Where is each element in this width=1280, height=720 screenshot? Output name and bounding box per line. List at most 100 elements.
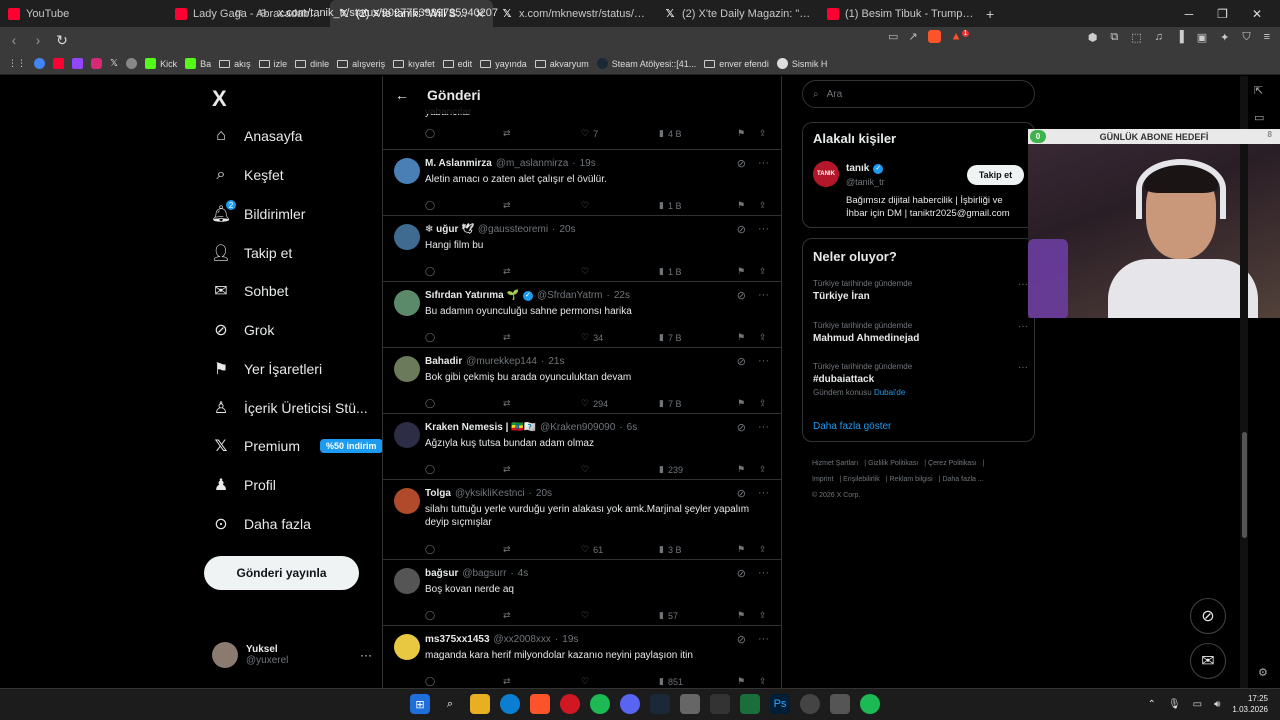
forward-icon[interactable]: › [28,32,48,48]
trend-item[interactable]: Türkiye tarihinde gündemde Mahmud Ahmedi… [813,321,1028,344]
views-button[interactable]: ▮ 57 [659,610,678,621]
network-icon[interactable]: ▭ [1193,699,1202,710]
pin-icon[interactable]: ⇱ [1254,84,1264,97]
show-more-link[interactable]: Daha fazla göster [813,421,891,432]
bookmark-icon[interactable]: ⚑ [737,332,745,343]
user-name[interactable]: ❄ uğur 🕊 [425,224,474,235]
bookmark-twitch[interactable] [72,58,83,69]
avatar[interactable] [394,290,420,316]
music-icon[interactable]: ♫ [1155,31,1163,44]
obs-icon[interactable] [710,694,730,714]
grok-icon[interactable]: ⊘ [737,157,746,170]
nav-home[interactable]: ⌂ Anasayfa [212,124,302,148]
bookmark-page-icon[interactable]: ⌑ [236,7,242,20]
back-icon[interactable]: ‹ [4,32,24,48]
views-button[interactable]: ▮ 239 [659,464,683,475]
bookmark-steam[interactable]: Steam Atölyesi::[41... [596,58,696,69]
bookmark-yayinda[interactable]: yayında [480,59,527,69]
user-name[interactable]: Bahadir [425,356,462,367]
clock[interactable]: 17:25 1.03.2026 [1232,693,1268,715]
calculator-icon[interactable] [680,694,700,714]
user-name[interactable]: M. Aslanmirza [425,158,492,169]
share-icon[interactable]: ⇪ [759,676,767,687]
tweet-time[interactable]: 20s [559,224,575,235]
user-handle[interactable]: @Kraken909090 [540,422,615,433]
reply-tweet[interactable]: M. Aslanmirza @m_aslanmirza · 19s ⊘ ··· Aletin… [383,150,781,216]
like-button[interactable]: ♡ [581,610,593,621]
bookmark-ba[interactable]: Ba [185,58,211,69]
more-dots-icon[interactable]: ··· [758,223,769,236]
new-tab-button[interactable]: + [986,6,994,22]
x-logo-icon[interactable]: X [212,86,227,112]
search-input[interactable]: ⌕ Ara [802,80,1035,108]
bookmark-icon[interactable]: ⚑ [737,128,745,139]
share-icon[interactable]: ⇪ [759,544,767,555]
back-arrow-icon[interactable]: ← [395,87,409,103]
grok-icon[interactable]: ⊘ [737,633,746,646]
like-button[interactable]: ♡ [581,676,593,687]
share-icon[interactable]: ⇪ [759,128,767,139]
extensions-icon[interactable]: ⧉ [1110,31,1118,44]
grok-fab[interactable]: ⊘ [1190,598,1226,634]
like-button[interactable]: ♡ [581,200,593,211]
retweet-icon[interactable]: ⇄ [503,128,511,139]
trend-item[interactable]: Türkiye tarihinde gündemde Türkiye İran … [813,279,1028,302]
footer-link[interactable]: Reklam bilgisi [890,476,933,483]
retweet-icon[interactable]: ⇄ [503,610,511,621]
steam-icon[interactable] [650,694,670,714]
nav-explore[interactable]: ⌕ Keşfet [212,163,284,187]
bookmark-enver[interactable]: enver efendi [704,59,769,69]
user-handle[interactable]: @murekkep144 [466,356,537,367]
user-handle[interactable]: @m_aslanmirza [496,158,568,169]
tweet-time[interactable]: 4s [518,568,529,579]
bookmark-github[interactable] [126,58,138,69]
vpn-shield-icon[interactable]: ⛉ [1242,31,1250,44]
tweet-time[interactable]: 21s [548,356,564,367]
start-icon[interactable]: ⊞ [410,694,430,714]
grok-icon[interactable]: ⊘ [737,223,746,236]
spotify-icon[interactable] [590,694,610,714]
opera-icon[interactable] [560,694,580,714]
bookmark-akvaryum[interactable]: akvaryum [534,59,589,69]
tweet-time[interactable]: 22s [614,290,630,301]
screenshot-icon[interactable]: ⬚ [1131,31,1141,44]
vpn-icon[interactable]: ⬢ [1088,31,1098,44]
account-switcher[interactable]: Yuksel @yuxerel ··· [212,642,372,668]
bookmark-instagram[interactable] [91,58,102,69]
like-button[interactable]: ♡ 294 [581,398,608,409]
reply-icon[interactable]: ◯ [425,676,435,687]
nav-creator-studio[interactable]: ♙ İçerik Üreticisi Stü... [212,396,368,420]
avatar[interactable] [394,224,420,250]
more-dots-icon[interactable]: ··· [758,567,769,580]
retweet-icon[interactable]: ⇄ [503,676,511,687]
tweet-time[interactable]: 19s [562,634,578,645]
like-button[interactable]: ♡ 61 [581,544,603,555]
grok-icon[interactable]: ⊘ [737,355,746,368]
avatar[interactable]: TANIK [813,161,839,187]
scrollbar-thumb[interactable] [1242,432,1247,538]
reply-icon[interactable]: ◯ [425,332,435,343]
nav-more[interactable]: ⊙ Daha fazla [212,512,311,536]
like-button[interactable]: ♡ [581,266,593,277]
retweet-icon[interactable]: ⇄ [503,544,511,555]
settings-icon[interactable] [800,694,820,714]
search-icon[interactable]: ⌕ [440,694,460,714]
close-window-icon[interactable]: ✕ [1252,7,1262,21]
bookmark-kick[interactable]: Kick [145,58,177,69]
bookmark-icon[interactable]: ⚑ [737,610,745,621]
reply-icon[interactable]: ◯ [425,266,435,277]
more-dots-icon[interactable]: ··· [758,157,769,170]
messages-fab[interactable]: ✉ [1190,643,1226,679]
menu-icon[interactable]: ≡ [1264,31,1270,44]
reply-icon[interactable]: ◯ [425,128,435,139]
retweet-icon[interactable]: ⇄ [503,464,511,475]
more-dots-icon[interactable]: ··· [1018,279,1028,290]
nav-follow[interactable]: 👤︎ Takip et [211,241,292,265]
sidebar-icon[interactable]: ▐ [1176,31,1184,44]
user-name[interactable]: Sıfırdan Yatırıma 🌱 [425,290,519,301]
tweet-time[interactable]: 19s [580,158,596,169]
user-name[interactable]: Kraken Nemesis | 🇪🇹🇷🇰 [425,422,536,433]
bookmark-icon[interactable]: ⚑ [737,398,745,409]
footer-link[interactable]: Çerez Politikası [928,460,977,467]
bookmark-edit[interactable]: edit [442,59,472,69]
